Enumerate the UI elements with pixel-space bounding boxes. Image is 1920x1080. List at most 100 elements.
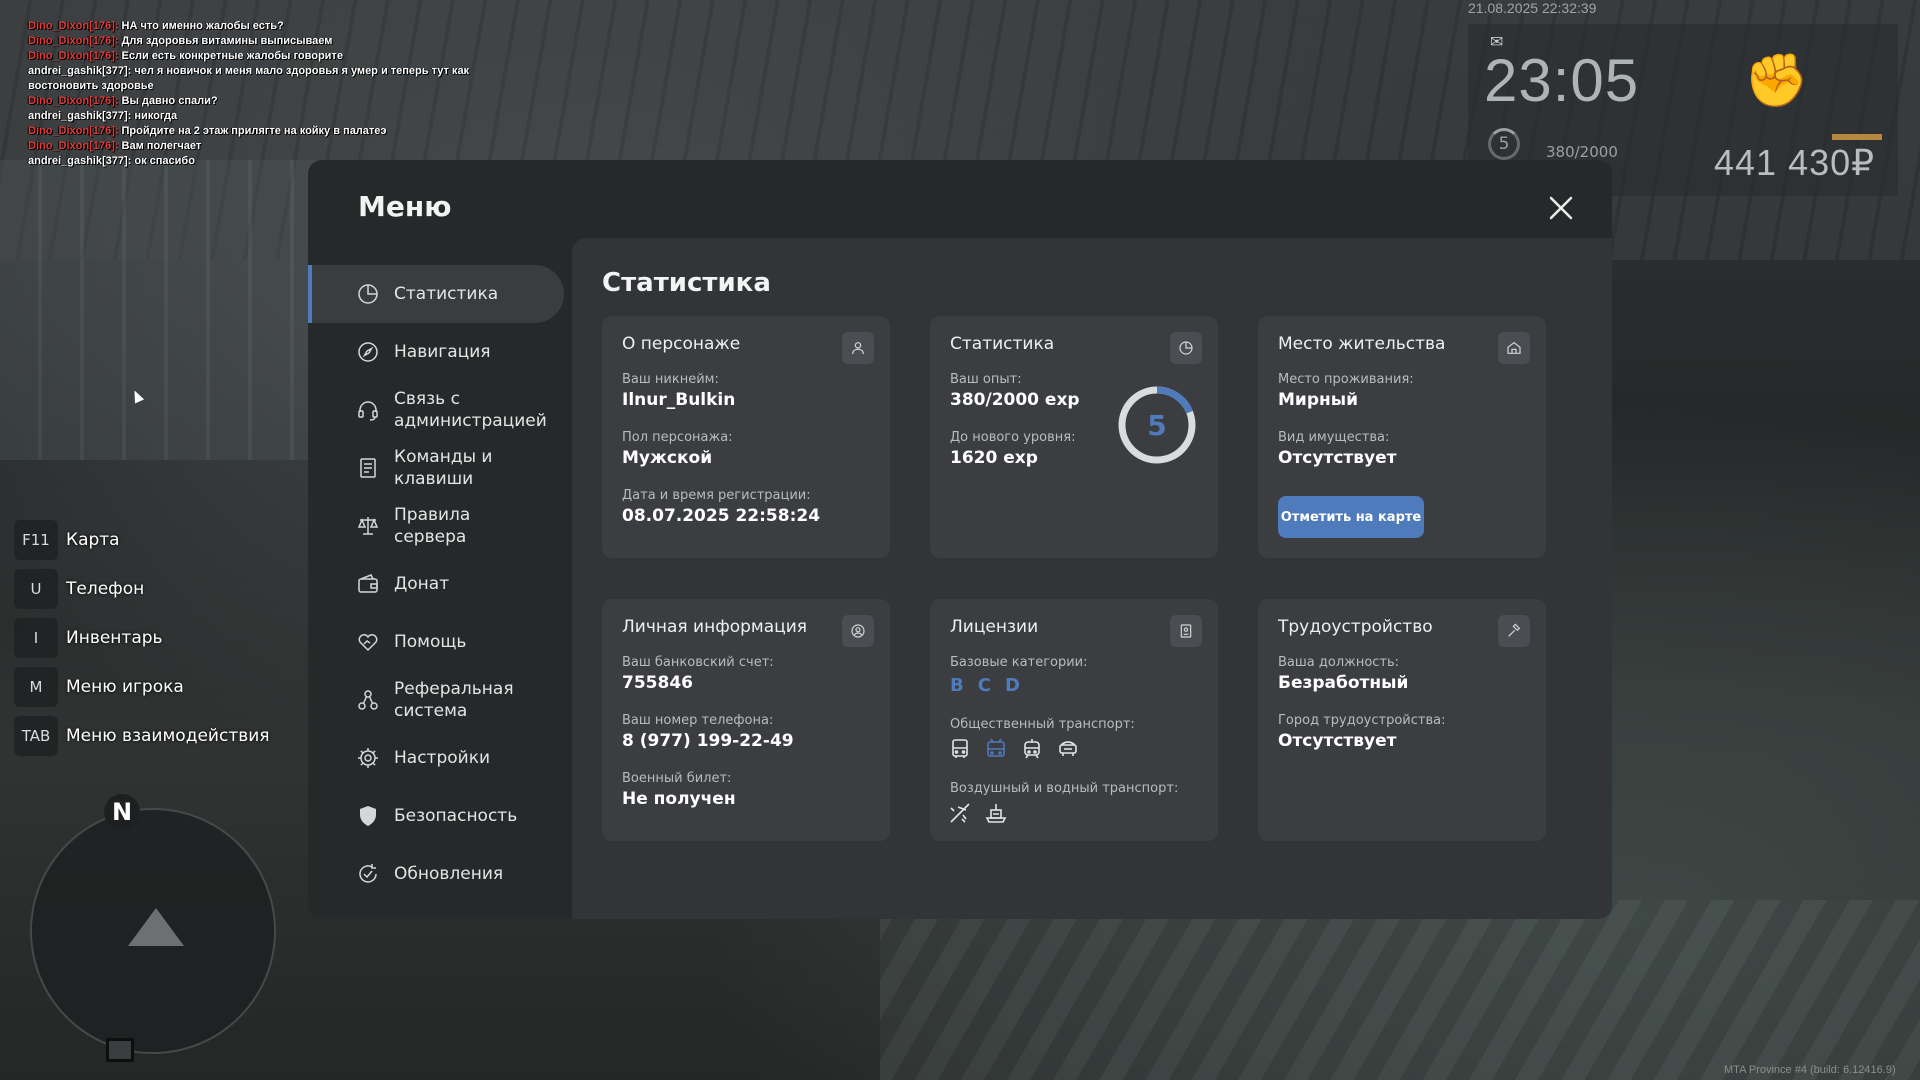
chat-log: Dino_Dixon[176]: НА что именно жалобы ес… — [28, 19, 469, 169]
sidebar-item-rules[interactable]: Правила сервера — [308, 497, 564, 555]
keybind-inventory: I Инвентарь — [14, 618, 270, 658]
chat-line: Dino_Dixon[176]: Если есть конкретные жа… — [28, 50, 343, 62]
user-icon — [842, 332, 874, 364]
sidebar-item-label: Настройки — [394, 748, 491, 768]
sidebar-item-label: Статистика — [394, 284, 499, 304]
field-label: Ваш никнейм: — [622, 372, 719, 387]
hud-clock: 23:05 — [1484, 47, 1640, 114]
menu-title: Меню — [358, 190, 452, 223]
card-licenses: Лицензии Базовые категории: B C D Общест… — [930, 599, 1218, 841]
home-icon — [1498, 332, 1530, 364]
taxi-icon — [1059, 741, 1077, 756]
key-cap: TAB — [14, 716, 58, 756]
bank-account-value: 755846 — [622, 673, 693, 693]
nickname-value: Ilnur_Bulkin — [622, 390, 736, 410]
card-residence: Место жительства Место проживания: Мирны… — [1258, 316, 1546, 558]
chat-line: Dino_Dixon[176]: Вам полегчает — [28, 140, 202, 152]
field-label: Вид имущества: — [1278, 430, 1390, 445]
sidebar-item-security[interactable]: Безопасность — [308, 787, 564, 845]
license-category: C — [977, 675, 991, 696]
player-arrow-icon — [128, 908, 184, 946]
hud-money: 441 430₽ — [1714, 142, 1876, 183]
keybind-label: Меню взаимодействия — [66, 726, 270, 746]
sidebar-item-donate[interactable]: Донат — [308, 555, 564, 613]
key-cap: M — [14, 667, 58, 707]
sidebar-item-label: Помощь — [394, 632, 467, 652]
sidebar-item-label: Донат — [394, 574, 450, 594]
sidebar-item-commands[interactable]: Команды и клавиши — [308, 439, 564, 497]
sidebar-item-label: Навигация — [394, 342, 491, 362]
public-transport-icons — [948, 737, 1080, 761]
key-cap: F11 — [14, 520, 58, 560]
registration-value: 08.07.2025 22:58:24 — [622, 506, 821, 526]
chat-line: andrei_gashik[377]: никогда — [28, 110, 178, 122]
sidebar-item-label: Безопасность — [394, 806, 518, 826]
card-title: Статистика — [950, 334, 1055, 354]
card-personal-info: Личная информация Ваш банковский счет: 7… — [602, 599, 890, 841]
card-title: О персонаже — [622, 334, 741, 354]
field-label: Военный билет: — [622, 771, 732, 786]
refresh-check-icon — [359, 864, 377, 883]
field-label: Ваш банковский счет: — [622, 655, 774, 670]
radar-blip-icon — [106, 1038, 134, 1062]
chat-line: востоновить здоровье — [28, 80, 154, 92]
field-label: Воздушный и водный транспорт: — [950, 781, 1179, 796]
sidebar-item-label: Реферальная система — [394, 679, 514, 721]
phone-value: 8 (977) 199-22-49 — [622, 731, 794, 751]
airplane-icon — [950, 803, 970, 823]
sidebar-item-statistics[interactable]: Статистика — [308, 265, 564, 323]
tram-icon — [1024, 739, 1040, 759]
menu-sidebar: Статистика Навигация Связь с администрац… — [308, 265, 564, 903]
field-label: Ваш номер телефона: — [622, 713, 774, 728]
card-title: Лицензии — [950, 617, 1039, 637]
mark-on-map-button[interactable]: Отметить на карте — [1278, 496, 1424, 538]
sidebar-item-settings[interactable]: Настройки — [308, 729, 564, 787]
key-cap: U — [14, 569, 58, 609]
pie-chart-icon — [358, 284, 378, 304]
sidebar-item-admin-contact[interactable]: Связь с администрацией — [308, 381, 564, 439]
sidebar-item-navigation[interactable]: Навигация — [308, 323, 564, 381]
chat-line: andrei_gashik[377]: чел я новичок и меня… — [28, 65, 470, 77]
air-water-transport-icons — [948, 801, 1008, 825]
field-label: Базовые категории: — [950, 655, 1088, 670]
sidebar-item-referral[interactable]: Реферальная система — [308, 671, 564, 729]
fist-icon: ✊ — [1744, 51, 1809, 111]
trolleybus-icon — [987, 738, 1005, 757]
exp-value: 380/2000 exp — [950, 390, 1080, 410]
sidebar-item-help[interactable]: Помощь — [308, 613, 564, 671]
card-character: О персонаже Ваш никнейм: Ilnur_Bulkin По… — [602, 316, 890, 558]
hud-exp: 380/2000 — [1546, 143, 1618, 161]
card-title: Трудоустройство — [1278, 617, 1433, 637]
scales-icon — [357, 517, 379, 535]
position-value: Безработный — [1278, 673, 1409, 693]
keybind-player-menu: M Меню игрока — [14, 667, 270, 707]
chat-line: Dino_Dixon[176]: Пройдите на 2 этаж прил… — [28, 125, 387, 137]
sidebar-item-updates[interactable]: Обновления — [308, 845, 564, 903]
sidebar-item-label: Правила сервера — [394, 505, 471, 547]
document-icon — [360, 458, 376, 478]
keybind-label: Телефон — [66, 579, 145, 599]
card-statistics: Статистика Ваш опыт: 380/2000 exp До нов… — [930, 316, 1218, 558]
keybind-label: Инвентарь — [66, 628, 163, 648]
keybind-interaction-menu: TAB Меню взаимодействия — [14, 716, 270, 756]
field-label: Место проживания: — [1278, 372, 1414, 387]
referral-icon — [358, 690, 378, 710]
keybind-label: Меню игрока — [66, 677, 184, 697]
close-icon[interactable] — [1545, 192, 1577, 224]
keybind-map: F11 Карта — [14, 520, 270, 560]
gender-value: Мужской — [622, 448, 713, 468]
field-label: Город трудоустройства: — [1278, 713, 1446, 728]
card-title: Место жительства — [1278, 334, 1446, 354]
license-card-icon — [1170, 615, 1202, 647]
field-label: До нового уровня: — [950, 430, 1076, 445]
headset-icon — [358, 401, 378, 421]
pie-chart-icon — [1170, 332, 1202, 364]
field-label: Дата и время регистрации: — [622, 488, 811, 503]
key-cap: I — [14, 618, 58, 658]
sidebar-item-label: Обновления — [394, 864, 504, 884]
field-label: Ваша должность: — [1278, 655, 1400, 670]
statistics-panel: Статистика О персонаже Ваш никнейм: Ilnu… — [572, 238, 1612, 919]
chat-line: Dino_Dixon[176]: НА что именно жалобы ес… — [28, 20, 284, 32]
license-category: B — [950, 675, 964, 696]
field-label: Ваш опыт: — [950, 372, 1022, 387]
